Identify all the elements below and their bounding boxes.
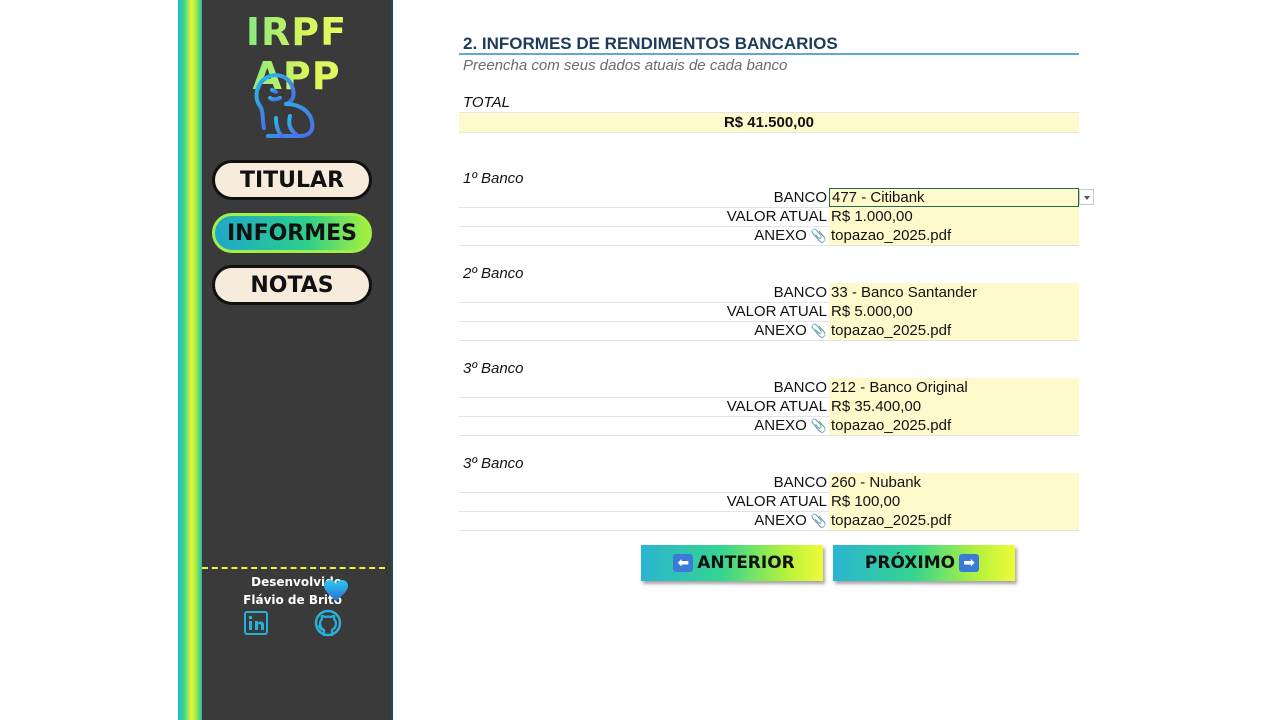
title-underline	[459, 53, 1079, 55]
value-field[interactable]: R$ 100,00	[829, 492, 1079, 511]
bank-heading: 3º Banco	[463, 360, 524, 377]
bank-heading: 3º Banco	[463, 455, 524, 472]
heart-icon	[324, 580, 348, 601]
developer-credit: Desenvolvido Flávio de Brito	[243, 575, 342, 607]
attachment-field[interactable]: topazao_2025.pdf	[829, 321, 1079, 340]
value-label: VALOR ATUAL	[726, 493, 827, 510]
previous-button[interactable]: ⬅ ANTERIOR	[641, 545, 823, 581]
bank-heading: 1º Banco	[463, 170, 524, 187]
bank-label: BANCO	[773, 189, 827, 206]
value-field[interactable]: R$ 35.400,00	[829, 397, 1079, 416]
arrow-left-icon: ⬅	[673, 554, 694, 572]
bank-label: BANCO	[773, 474, 827, 491]
paperclip-icon: 📎	[810, 418, 827, 433]
attachment-row: ANEXO 📎 topazao_2025.pdf	[459, 416, 1079, 436]
bank-row: BANCO 212 - Banco Original	[459, 378, 1079, 398]
page-title: 2. INFORMES DE RENDIMENTOS BANCARIOS	[463, 34, 838, 53]
chevron-down-icon[interactable]	[1079, 189, 1094, 205]
next-button[interactable]: PRÓXIMO ➡	[833, 545, 1015, 581]
sidebar-gradient-edge	[178, 0, 202, 720]
attachment-row: ANEXO 📎 topazao_2025.pdf	[459, 511, 1079, 531]
attachment-row: ANEXO 📎 topazao_2025.pdf	[459, 226, 1079, 246]
github-icon[interactable]	[314, 609, 342, 637]
value-label: VALOR ATUAL	[726, 303, 827, 320]
bank-select[interactable]: 477 - Citibank	[829, 188, 1079, 207]
value-row: VALOR ATUAL R$ 35.400,00	[459, 397, 1079, 417]
paperclip-icon: 📎	[810, 513, 827, 528]
lion-logo-icon	[254, 73, 315, 138]
bank-heading: 2º Banco	[463, 265, 524, 282]
paperclip-icon: 📎	[810, 323, 827, 338]
bank-row: BANCO 33 - Banco Santander	[459, 283, 1079, 303]
bank-select[interactable]: 212 - Banco Original	[829, 378, 1079, 397]
divider	[202, 567, 385, 569]
attachment-row: ANEXO 📎 topazao_2025.pdf	[459, 321, 1079, 341]
arrow-right-icon: ➡	[959, 554, 980, 572]
nav-titular-button[interactable]: TITULAR	[212, 160, 372, 200]
bank-label: BANCO	[773, 284, 827, 301]
bank-label: BANCO	[773, 379, 827, 396]
value-row: VALOR ATUAL R$ 100,00	[459, 492, 1079, 512]
linkedin-icon[interactable]	[244, 611, 268, 635]
page-subtitle: Preencha com seus dados atuais de cada b…	[463, 57, 788, 74]
value-label: VALOR ATUAL	[726, 398, 827, 415]
value-row: VALOR ATUAL R$ 5.000,00	[459, 302, 1079, 322]
value-label: VALOR ATUAL	[726, 208, 827, 225]
attachment-field[interactable]: topazao_2025.pdf	[829, 416, 1079, 435]
bank-select[interactable]: 260 - Nubank	[829, 473, 1079, 492]
bank-row: BANCO 260 - Nubank	[459, 473, 1079, 493]
bank-row: BANCO 477 - Citibank	[459, 188, 1094, 208]
nav-informes-button[interactable]: INFORMES	[212, 213, 372, 253]
paperclip-icon: 📎	[810, 228, 827, 243]
total-value: R$ 41.500,00	[459, 112, 1079, 133]
nav-notas-button[interactable]: NOTAS	[212, 265, 372, 305]
value-field[interactable]: R$ 1.000,00	[829, 207, 1079, 226]
sidebar-border	[391, 0, 393, 720]
attachment-label: ANEXO 📎	[754, 512, 827, 529]
attachment-field[interactable]: topazao_2025.pdf	[829, 511, 1079, 530]
total-label: TOTAL	[463, 94, 510, 111]
value-field[interactable]: R$ 5.000,00	[829, 302, 1079, 321]
attachment-label: ANEXO 📎	[754, 322, 827, 339]
value-row: VALOR ATUAL R$ 1.000,00	[459, 207, 1079, 227]
attachment-label: ANEXO 📎	[754, 227, 827, 244]
attachment-label: ANEXO 📎	[754, 417, 827, 434]
sidebar: IRPF APP TITULAR INFORMES NOTAS Desenvol…	[202, 0, 391, 720]
attachment-field[interactable]: topazao_2025.pdf	[829, 226, 1079, 245]
bank-select[interactable]: 33 - Banco Santander	[829, 283, 1079, 302]
